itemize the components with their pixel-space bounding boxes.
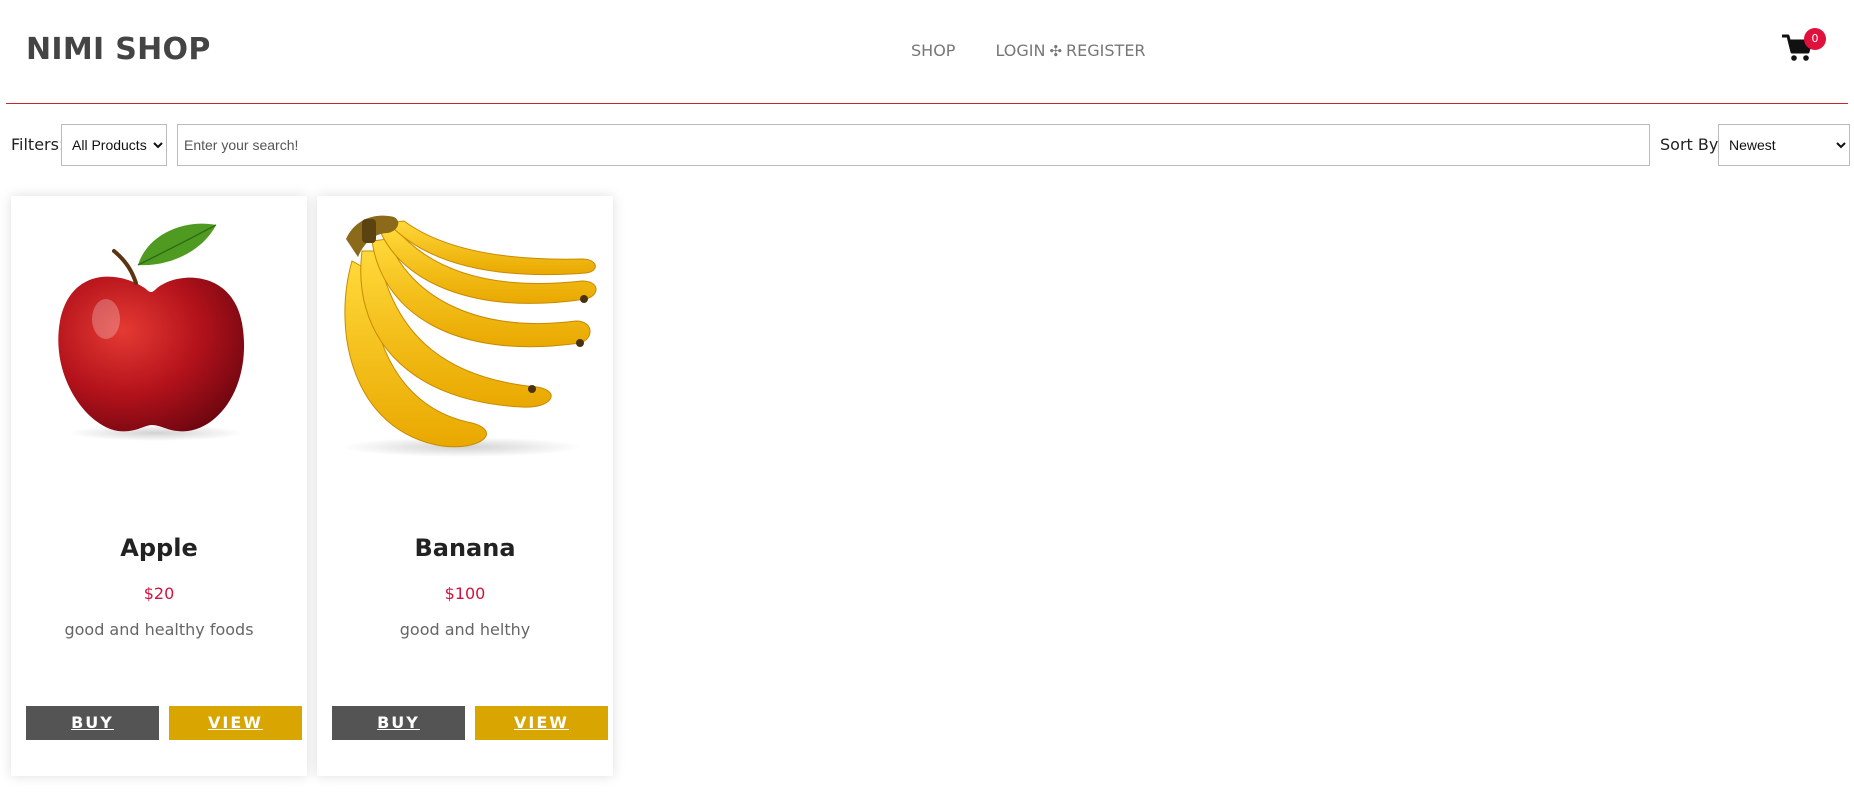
- sort-select[interactable]: Newest: [1718, 124, 1850, 166]
- product-price: $100: [444, 584, 486, 603]
- nav-separator-icon: ✣: [1049, 41, 1063, 60]
- buy-button[interactable]: BUY: [332, 706, 465, 740]
- product-price: $20: [143, 584, 175, 603]
- nav-login-link[interactable]: LOGIN: [995, 41, 1045, 60]
- search-input[interactable]: [177, 124, 1650, 166]
- site-header: NIMI SHOP SHOP LOGIN ✣ REGISTER 0: [6, 0, 1848, 104]
- buy-button[interactable]: BUY: [26, 706, 159, 740]
- product-description: good and helthy: [399, 620, 531, 639]
- product-card-apple[interactable]: Apple $20 good and healthy foods BUY VIE…: [11, 196, 307, 776]
- apple-image[interactable]: [26, 211, 292, 511]
- view-button[interactable]: VIEW: [169, 706, 302, 740]
- brand-logo[interactable]: NIMI SHOP: [26, 32, 211, 67]
- product-grid: Apple $20 good and healthy foods BUY VIE…: [11, 196, 613, 776]
- cart-button[interactable]: 0: [1776, 28, 1826, 68]
- category-select[interactable]: All Products: [61, 124, 167, 166]
- filters-label: Filters:: [11, 135, 65, 154]
- cart-count-badge: 0: [1804, 28, 1826, 50]
- product-description: good and healthy foods: [64, 620, 254, 639]
- product-card-banana[interactable]: Banana $100 good and helthy BUY VIEW: [317, 196, 613, 776]
- product-name: Apple: [120, 534, 198, 562]
- product-name: Banana: [414, 534, 516, 562]
- sort-label: Sort By:: [1660, 135, 1723, 154]
- banana-image[interactable]: [332, 211, 598, 511]
- view-button[interactable]: VIEW: [475, 706, 608, 740]
- nav-shop-link[interactable]: SHOP: [911, 41, 955, 60]
- filter-bar: Filters: All Products Sort By: Newest: [0, 124, 1854, 166]
- nav-register-link[interactable]: REGISTER: [1066, 41, 1146, 60]
- main-nav: SHOP LOGIN ✣ REGISTER: [911, 41, 1146, 60]
